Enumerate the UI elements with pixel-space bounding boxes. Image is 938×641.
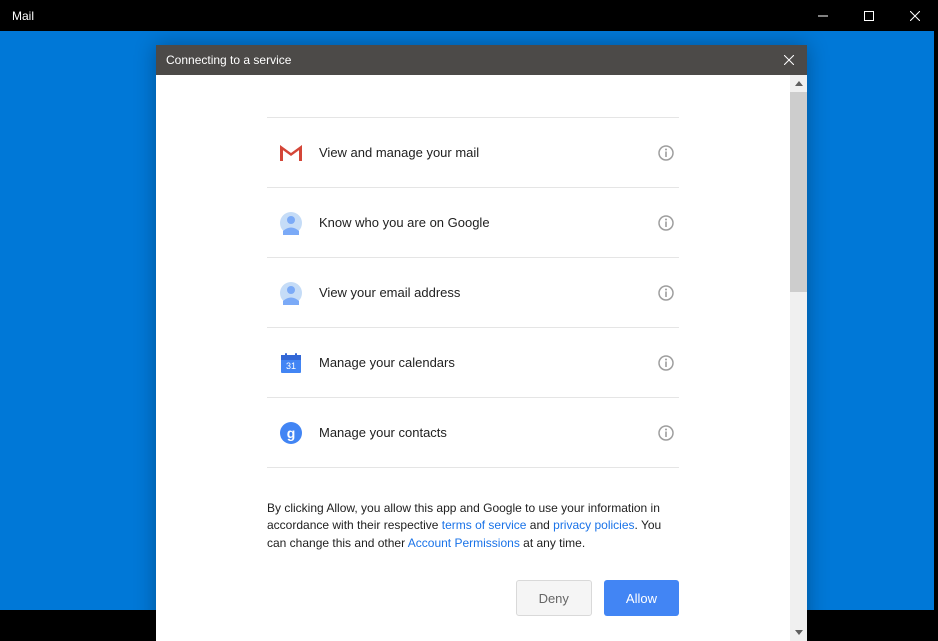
person-icon: [279, 211, 303, 235]
disclosure-text: By clicking Allow, you allow this app an…: [267, 500, 679, 552]
person-icon: [279, 281, 303, 305]
terms-of-service-link[interactable]: terms of service: [442, 518, 527, 532]
info-icon[interactable]: [657, 354, 675, 372]
permission-item-contacts: g Manage your contacts: [267, 398, 679, 468]
permission-label: Know who you are on Google: [319, 215, 657, 230]
permission-item-identity: Know who you are on Google: [267, 188, 679, 258]
dialog-close-button[interactable]: [779, 50, 799, 70]
dialog-body: View and manage your mail Know who you a…: [156, 75, 807, 641]
permission-item-mail: View and manage your mail: [267, 118, 679, 188]
window-title: Mail: [12, 9, 34, 23]
dialog-content: View and manage your mail Know who you a…: [156, 75, 790, 641]
window-controls: [800, 0, 938, 31]
permissions-list: View and manage your mail Know who you a…: [267, 117, 679, 468]
dialog-header: Connecting to a service: [156, 45, 807, 75]
account-permissions-link[interactable]: Account Permissions: [408, 536, 520, 550]
gmail-icon: [279, 141, 303, 165]
info-icon[interactable]: [657, 424, 675, 442]
permission-label: Manage your contacts: [319, 425, 657, 440]
permission-label: View your email address: [319, 285, 657, 300]
scroll-down-arrow-icon[interactable]: [790, 624, 807, 641]
app-body: Connecting to a service View and manage …: [0, 31, 934, 610]
allow-button[interactable]: Allow: [604, 580, 679, 616]
scroll-up-arrow-icon[interactable]: [790, 75, 807, 92]
window-minimize-button[interactable]: [800, 0, 846, 31]
svg-text:31: 31: [286, 361, 296, 371]
window-maximize-button[interactable]: [846, 0, 892, 31]
dialog-title: Connecting to a service: [166, 53, 291, 67]
dialog-actions: Deny Allow: [267, 580, 679, 616]
window-close-button[interactable]: [892, 0, 938, 31]
permission-item-calendar: 31 Manage your calendars: [267, 328, 679, 398]
privacy-policies-link[interactable]: privacy policies: [553, 518, 634, 532]
deny-button[interactable]: Deny: [516, 580, 592, 616]
calendar-icon: 31: [279, 351, 303, 375]
info-icon[interactable]: [657, 144, 675, 162]
permission-label: View and manage your mail: [319, 145, 657, 160]
scroll-thumb[interactable]: [790, 92, 807, 292]
disclosure-and: and: [526, 518, 553, 532]
disclosure-suffix: at any time.: [520, 536, 585, 550]
permission-item-email: View your email address: [267, 258, 679, 328]
permission-label: Manage your calendars: [319, 355, 657, 370]
vertical-scrollbar[interactable]: [790, 75, 807, 641]
window-titlebar: Mail: [0, 0, 938, 31]
google-icon: g: [279, 421, 303, 445]
connect-service-dialog: Connecting to a service View and manage …: [156, 45, 807, 641]
info-icon[interactable]: [657, 284, 675, 302]
info-icon[interactable]: [657, 214, 675, 232]
svg-text:g: g: [287, 425, 296, 441]
